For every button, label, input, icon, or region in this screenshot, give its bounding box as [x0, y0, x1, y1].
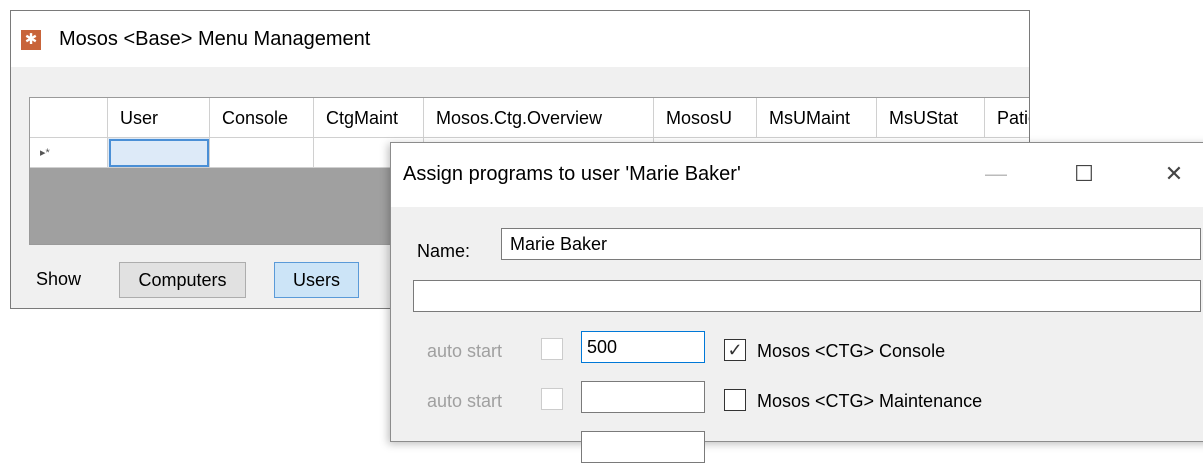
- program-name: Mosos <CTG> Console: [757, 341, 946, 361]
- assign-programs-dialog: Assign programs to user 'Marie Baker' — …: [390, 142, 1203, 463]
- column-header-msumaint[interactable]: MsUMaint: [757, 98, 877, 138]
- column-header-mososu[interactable]: MososU: [654, 98, 757, 138]
- computers-button[interactable]: Computers: [119, 262, 246, 298]
- column-header-mosos-ctg-overview[interactable]: Mosos.Ctg.Overview: [424, 98, 654, 138]
- column-header-user[interactable]: User: [108, 98, 210, 138]
- name-field[interactable]: Marie Baker: [501, 228, 1201, 260]
- auto-start-checkbox[interactable]: [541, 388, 563, 410]
- column-header-console[interactable]: Console: [210, 98, 314, 138]
- new-row-marker: ▸*: [30, 138, 108, 168]
- maximize-icon[interactable]: ☐: [1061, 143, 1107, 207]
- program-order-field[interactable]: [581, 431, 705, 463]
- column-header-patie[interactable]: Patie: [985, 98, 1029, 138]
- dialog-title-bar: Assign programs to user 'Marie Baker' — …: [391, 143, 1203, 207]
- users-button[interactable]: Users: [274, 262, 359, 298]
- program-name: Mosos <CTG> Maintenance: [757, 391, 983, 411]
- minimize-icon[interactable]: —: [973, 143, 1019, 207]
- show-label: Show: [36, 269, 82, 289]
- auto-start-checkbox[interactable]: [541, 338, 563, 360]
- grid-header-row: User Console CtgMaint Mosos.Ctg.Overview…: [30, 98, 1029, 138]
- grid-cell-user[interactable]: [108, 138, 210, 168]
- program-checkbox[interactable]: [724, 389, 746, 411]
- auto-start-label: auto start: [427, 341, 503, 361]
- column-header-ctgmaint[interactable]: CtgMaint: [314, 98, 424, 138]
- title-bar: ✱ Mosos <Base> Menu Management: [11, 11, 1029, 67]
- row-header-corner: [30, 98, 108, 138]
- dialog-title: Assign programs to user 'Marie Baker': [403, 163, 741, 185]
- column-header-msustat[interactable]: MsUStat: [877, 98, 985, 138]
- window-title: Mosos <Base> Menu Management: [59, 28, 371, 50]
- auto-start-label: auto start: [427, 391, 503, 411]
- close-icon[interactable]: ✕: [1151, 143, 1197, 207]
- program-checkbox[interactable]: ✓: [724, 339, 746, 361]
- secondary-field[interactable]: [413, 280, 1201, 312]
- program-order-field[interactable]: [581, 381, 705, 413]
- gear-icon: ✱: [21, 30, 41, 50]
- program-order-field[interactable]: 500: [581, 331, 705, 363]
- name-label: Name:: [417, 241, 471, 261]
- grid-cell-console[interactable]: [210, 138, 314, 168]
